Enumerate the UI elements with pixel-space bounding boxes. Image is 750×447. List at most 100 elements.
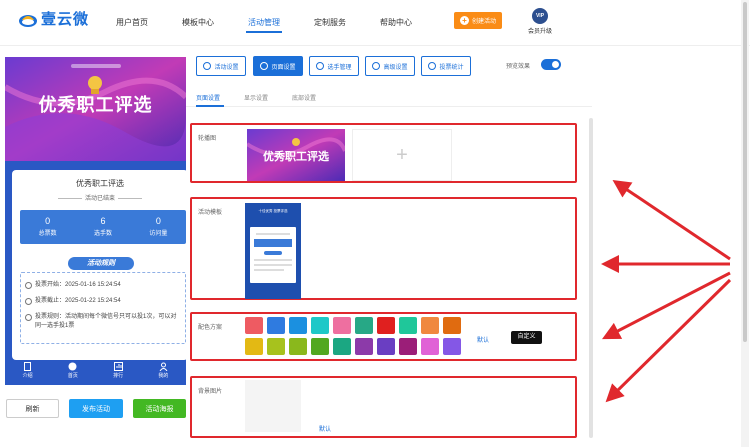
color-swatch[interactable]	[311, 338, 329, 355]
contestant-management-button[interactable]: 选手管理	[309, 56, 359, 76]
users-icon	[316, 62, 325, 70]
nav-activity-management[interactable]: 活动管理	[248, 17, 280, 28]
activity-settings-button[interactable]: 活动设置	[196, 56, 246, 76]
preview-banner: 优秀职工评选	[5, 57, 186, 161]
subtab-active-indicator	[196, 105, 224, 107]
activity-poster-button[interactable]: 活动海报	[133, 399, 186, 418]
nav-template-center[interactable]: 模板中心	[182, 17, 214, 28]
template-title: 十佳优秀 投票评选	[258, 209, 288, 213]
color-swatch[interactable]	[377, 338, 395, 355]
top-navbar: 壹云微 用户首页 模板中心 活动管理 定制服务 帮助中心 + 创建活动 VIP …	[0, 0, 750, 46]
rules-info-box: 投票开始：2025-01-16 15:24:54 投票截止：2025-01-22…	[20, 272, 186, 344]
vip-upgrade-label: 会员升级	[527, 29, 552, 35]
logo-icon	[18, 9, 38, 29]
color-swatch[interactable]	[245, 317, 263, 334]
subtab-divider	[186, 106, 592, 107]
ranking-icon	[113, 362, 123, 371]
preview-effect-label: 预览效果	[506, 64, 531, 70]
publish-activity-button[interactable]: 发布活动	[69, 399, 123, 418]
banner-title: 优秀职工评选	[38, 95, 153, 115]
stat-visits: 0 访问量	[149, 216, 168, 237]
home-icon	[68, 362, 77, 371]
settings-scrollbar[interactable]	[589, 118, 593, 438]
color-swatch[interactable]	[443, 317, 461, 334]
rules-label: 活动规则	[68, 257, 134, 270]
list-icon	[372, 62, 381, 70]
color-swatch[interactable]	[333, 317, 351, 334]
color-swatch[interactable]	[399, 338, 417, 355]
background-image-section: 背景图片 默认	[190, 376, 577, 438]
color-custom-button[interactable]: 自定义	[511, 331, 542, 344]
color-swatch[interactable]	[289, 317, 307, 334]
page-settings-button[interactable]: 页面设置	[253, 56, 303, 76]
vote-end-line: 投票截止：2025-01-22 15:24:54	[25, 297, 181, 306]
preview-toggle[interactable]	[541, 59, 561, 70]
chart-icon	[428, 62, 437, 70]
logo[interactable]: 壹云微	[18, 8, 89, 29]
background-image-thumbnail[interactable]	[245, 380, 301, 432]
color-swatch[interactable]	[333, 338, 351, 355]
color-swatch[interactable]	[399, 317, 417, 334]
color-swatch[interactable]	[377, 317, 395, 334]
nav-custom-service[interactable]: 定制服务	[314, 17, 346, 28]
stats-panel: 0 总票数 6 选手数 0 访问量	[20, 210, 186, 244]
nav-active-indicator	[246, 31, 282, 33]
background-image-label: 背景图片	[198, 389, 223, 395]
gear-icon	[203, 62, 212, 70]
logo-text: 壹云微	[41, 11, 90, 28]
vip-upgrade[interactable]: VIP 会员升级	[525, 8, 555, 35]
stat-total-votes: 0 总票数	[38, 216, 57, 237]
carousel-label: 轮播图	[198, 136, 217, 142]
subtab-display-settings[interactable]: 显示设置	[244, 93, 268, 102]
advanced-settings-button[interactable]: 高级设置	[365, 56, 415, 76]
color-swatch[interactable]	[289, 338, 307, 355]
color-default-option[interactable]: 默认	[477, 335, 489, 344]
page-scrollbar-thumb[interactable]	[743, 2, 747, 342]
background-default-option[interactable]: 默认	[319, 424, 331, 433]
phone-preview: 优秀职工评选 优秀职工评选 活动已结束 0 总票数 6 选手数 0 访问量 活动…	[5, 57, 186, 385]
color-scheme-section: 配色方案 默认 自定义	[190, 312, 577, 361]
tab-intro[interactable]: 介绍	[5, 359, 50, 385]
color-swatch[interactable]	[421, 317, 439, 334]
clock-icon	[25, 282, 32, 289]
template-card	[250, 227, 296, 283]
color-swatch[interactable]	[267, 317, 285, 334]
preview-title-bar	[13, 62, 178, 70]
preview-tabbar: 介绍 首页 排行 我的	[5, 359, 186, 385]
add-carousel-image-button[interactable]: +	[352, 129, 452, 181]
refresh-button[interactable]: 刷新	[6, 399, 59, 418]
color-swatch[interactable]	[443, 338, 461, 355]
gear-icon	[260, 62, 269, 70]
subtab-footer-settings[interactable]: 底部设置	[292, 93, 316, 102]
nav-help-center[interactable]: 帮助中心	[380, 17, 412, 28]
template-section: 活动模板 十佳优秀 投票评选	[190, 197, 577, 300]
color-swatch[interactable]	[421, 338, 439, 355]
color-swatch[interactable]	[355, 338, 373, 355]
subtab-page-settings[interactable]: 页面设置	[196, 93, 220, 102]
color-swatch[interactable]	[355, 317, 373, 334]
template-thumbnail[interactable]: 十佳优秀 投票评选	[245, 203, 301, 299]
tab-mine[interactable]: 我的	[141, 359, 186, 385]
vip-icon: VIP	[532, 8, 548, 24]
vote-statistics-button[interactable]: 投票统计	[421, 56, 471, 76]
activity-card: 优秀职工评选 活动已结束 0 总票数 6 选手数 0 访问量 活动规则 投票开始…	[12, 170, 186, 360]
tab-ranking[interactable]: 排行	[96, 359, 141, 385]
color-swatch[interactable]	[311, 317, 329, 334]
tab-home[interactable]: 首页	[50, 359, 95, 385]
color-swatch[interactable]	[245, 338, 263, 355]
carousel-image[interactable]: 优秀职工评选	[247, 129, 345, 181]
color-scheme-label: 配色方案	[198, 325, 223, 331]
plus-icon: +	[459, 16, 469, 25]
carousel-section: 轮播图 优秀职工评选 +	[190, 123, 577, 183]
template-label: 活动模板	[198, 210, 223, 216]
create-activity-button[interactable]: + 创建活动	[454, 12, 502, 29]
user-icon	[159, 362, 168, 371]
document-icon	[24, 362, 32, 371]
activity-status: 活动已结束	[12, 193, 186, 202]
clock-icon	[25, 298, 32, 305]
carousel-image-text: 优秀职工评选	[263, 151, 329, 163]
nav-user-home[interactable]: 用户首页	[116, 17, 148, 28]
vote-start-line: 投票开始：2025-01-16 15:24:54	[25, 281, 181, 290]
stat-contestants: 6 选手数	[93, 216, 112, 237]
color-swatch[interactable]	[267, 338, 285, 355]
